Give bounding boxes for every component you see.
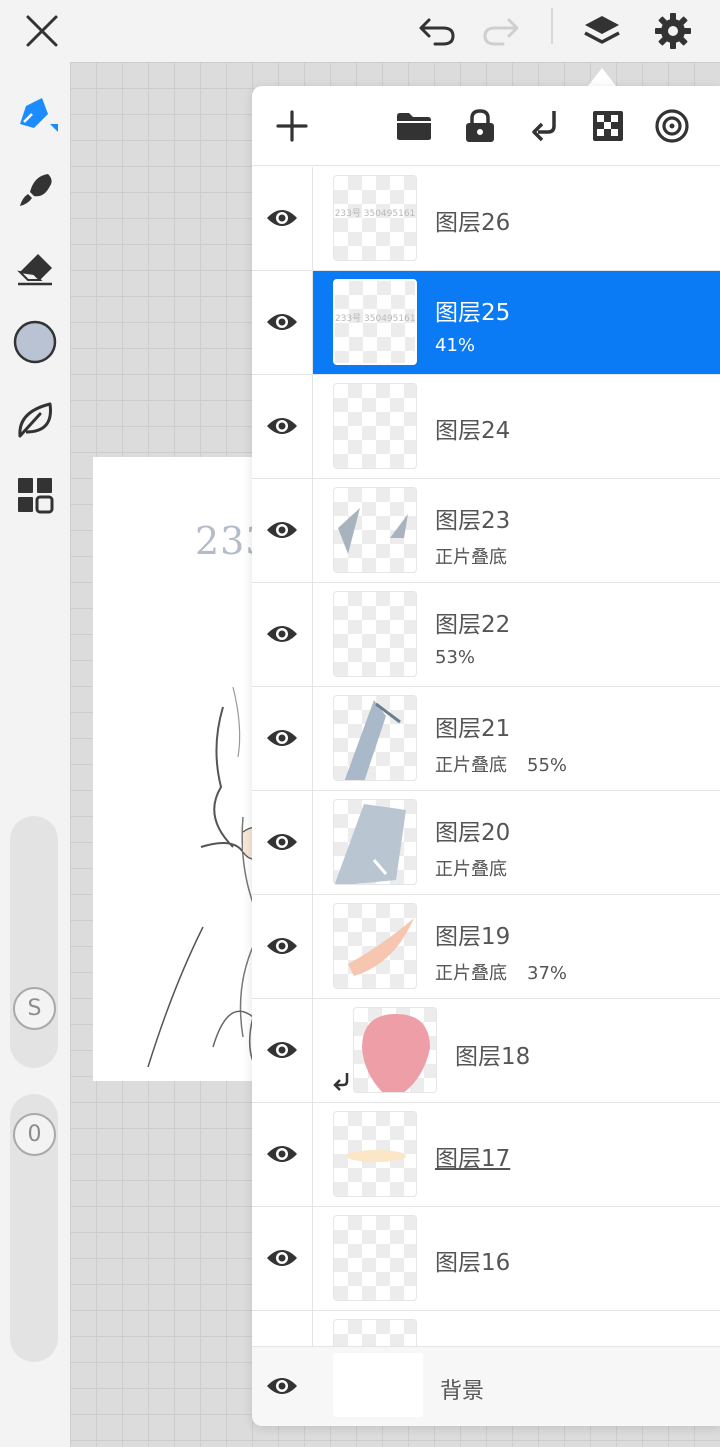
layer-row[interactable]: 图层21 正片叠底 55% xyxy=(252,687,720,791)
lock-icon[interactable] xyxy=(458,104,502,148)
layer-thumbnail xyxy=(333,487,417,573)
blend-mode: 正片叠底 xyxy=(435,755,507,776)
panel-pointer xyxy=(588,68,616,86)
color-swatch[interactable] xyxy=(12,319,58,365)
layer-row[interactable]: 图层17 xyxy=(252,1103,720,1207)
background-layer-row[interactable]: 背景 xyxy=(252,1346,720,1426)
eye-icon[interactable] xyxy=(264,827,300,857)
layer-thumbnail xyxy=(333,695,417,781)
eye-icon[interactable] xyxy=(264,931,300,961)
thumbnail-watermark-text: 233号 350495161 xyxy=(334,209,416,219)
layer-row[interactable]: 图层23 正片叠底 xyxy=(252,479,720,583)
layer-thumbnail xyxy=(333,799,417,885)
layer-row[interactable]: 图层19 正片叠底 37% xyxy=(252,895,720,999)
thumbnail-watermark-text: 233号 350495161 xyxy=(335,314,416,324)
layer-row[interactable]: 233号 350495161 图层26 xyxy=(252,167,720,271)
checker-icon[interactable] xyxy=(586,104,630,148)
eye-icon[interactable] xyxy=(264,1035,300,1065)
opacity-badge: 0 xyxy=(13,1113,56,1156)
layer-thumbnail: 233号 350495161 xyxy=(333,175,417,261)
layer-thumbnail xyxy=(333,903,417,989)
background-layer-name: 背景 xyxy=(440,1379,485,1404)
layer-name: 图层16 xyxy=(435,1250,511,1276)
grid-menu-icon[interactable] xyxy=(12,472,58,518)
redo-icon[interactable] xyxy=(478,8,524,54)
eye-icon[interactable] xyxy=(264,1243,300,1273)
eye-icon[interactable] xyxy=(264,515,300,545)
layer-list[interactable]: 233号 350495161 图层26 233号 350495161 图层25 41% 图… xyxy=(252,167,720,1346)
target-icon[interactable] xyxy=(650,104,694,148)
layer-row[interactable]: 图层20 正片叠底 xyxy=(252,791,720,895)
layer-name: 图层21 xyxy=(435,716,511,742)
eye-icon[interactable] xyxy=(264,411,300,441)
layer-row[interactable]: 233号 350495161 图层25 41% xyxy=(252,271,720,375)
layer-thumbnail xyxy=(353,1007,437,1093)
layer-panel: 233号 350495161 图层26 233号 350495161 图层25 41% 图… xyxy=(252,86,720,1426)
layer-blend-info: 正片叠底 xyxy=(435,855,507,881)
layer-opacity: 53% xyxy=(435,647,476,668)
layer-name: 图层18 xyxy=(455,1044,531,1070)
layer-blend-info: 正片叠底 55% xyxy=(435,751,567,777)
top-bar xyxy=(0,0,720,62)
folder-icon[interactable] xyxy=(392,104,436,148)
eye-icon[interactable] xyxy=(264,203,300,233)
add-icon[interactable] xyxy=(270,104,314,148)
layer-row[interactable]: 图层16 xyxy=(252,1207,720,1311)
eye-icon[interactable] xyxy=(264,307,300,337)
clipping-arrow-icon xyxy=(331,1071,351,1097)
layer-row[interactable]: 图层24 xyxy=(252,375,720,479)
undo-icon[interactable] xyxy=(414,8,460,54)
eye-icon[interactable] xyxy=(264,723,300,753)
layer-opacity: 37% xyxy=(527,963,568,984)
brush-size-slider[interactable] xyxy=(10,816,58,1068)
layer-name: 图层17 xyxy=(435,1146,511,1172)
layer-opacity: 41% xyxy=(435,335,476,356)
layer-name: 图层25 xyxy=(435,300,511,326)
layer-thumbnail: 233号 350495161 xyxy=(333,279,417,365)
layer-name: 图层26 xyxy=(435,210,511,236)
layer-blend-info: 正片叠底 xyxy=(435,543,507,569)
layer-thumbnail xyxy=(333,383,417,469)
layer-thumbnail xyxy=(333,1215,417,1301)
close-icon[interactable] xyxy=(19,8,65,54)
eye-icon[interactable] xyxy=(264,619,300,649)
layer-thumbnail xyxy=(333,1111,417,1197)
layer-name: 图层22 xyxy=(435,612,511,638)
pen-tool-icon[interactable] xyxy=(12,90,58,136)
layer-name: 图层20 xyxy=(435,820,511,846)
blend-mode: 正片叠底 xyxy=(435,963,507,984)
layer-name: 图层23 xyxy=(435,508,511,534)
layer-blend-info: 41% xyxy=(435,335,475,356)
layer-panel-header xyxy=(252,86,720,166)
blend-mode: 正片叠底 xyxy=(435,859,507,880)
layers-icon[interactable] xyxy=(579,8,625,54)
layer-thumbnail xyxy=(333,591,417,677)
gear-icon[interactable] xyxy=(650,8,696,54)
eye-icon[interactable] xyxy=(264,1139,300,1169)
layer-row[interactable]: 图层22 53% xyxy=(252,583,720,687)
layer-row[interactable]: 图层18 xyxy=(252,999,720,1103)
background-thumbnail xyxy=(333,1353,423,1417)
layer-opacity: 55% xyxy=(527,755,568,776)
leaf-icon[interactable] xyxy=(12,396,58,442)
eraser-icon[interactable] xyxy=(12,244,58,290)
layer-name: 图层19 xyxy=(435,924,511,950)
layer-blend-info: 正片叠底 37% xyxy=(435,959,567,985)
layer-name: 图层24 xyxy=(435,418,511,444)
layer-blend-info: 53% xyxy=(435,647,475,668)
merge-down-icon[interactable] xyxy=(522,104,566,148)
blend-mode: 正片叠底 xyxy=(435,547,507,568)
layer-thumbnail xyxy=(333,1319,417,1346)
eye-icon[interactable] xyxy=(264,1371,300,1401)
brush-tool-icon[interactable] xyxy=(12,166,58,212)
brush-size-badge: S xyxy=(13,987,56,1030)
layer-row[interactable]: 图层15 xyxy=(252,1311,720,1346)
toolbar-divider xyxy=(551,8,553,44)
